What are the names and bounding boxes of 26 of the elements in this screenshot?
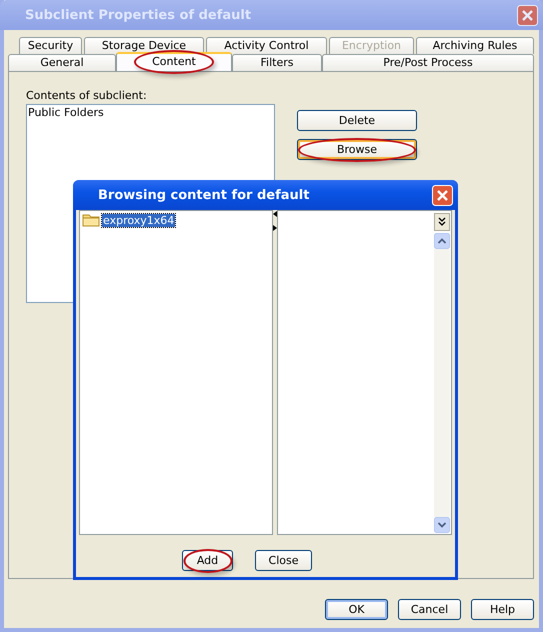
tree-item[interactable]: exproxy1x64 (102, 214, 176, 226)
expand-icon[interactable] (434, 213, 450, 231)
tab[interactable]: Storage Device (84, 37, 204, 54)
tab[interactable]: General (8, 54, 116, 71)
folder-icon (82, 213, 100, 227)
button[interactable]: Help (471, 599, 534, 620)
tab[interactable]: Content (116, 52, 232, 71)
scroll-down-icon[interactable] (434, 517, 450, 533)
button[interactable]: Cancel (398, 599, 461, 620)
tab[interactable]: Archiving Rules (416, 37, 534, 54)
close-icon[interactable] (517, 4, 538, 26)
button[interactable]: Browse (297, 139, 417, 160)
splitter-handle[interactable] (273, 211, 277, 231)
button[interactable]: Close (255, 550, 312, 571)
tab[interactable]: Filters (232, 54, 322, 71)
tab[interactable]: Pre/Post Process (322, 54, 534, 71)
tab[interactable]: Security (19, 37, 82, 54)
list-label: Contents of subclient: (26, 89, 148, 103)
list-item[interactable]: Public Folders (27, 105, 274, 120)
close-icon[interactable] (432, 184, 453, 206)
window-title: Subclient Properties of default (25, 8, 252, 22)
button[interactable]: OK (325, 599, 388, 620)
dialog-title: Browsing content for default (98, 188, 310, 202)
scroll-up-icon[interactable] (434, 233, 450, 249)
tab[interactable]: Activity Control (206, 37, 327, 54)
button[interactable]: Delete (297, 110, 417, 131)
